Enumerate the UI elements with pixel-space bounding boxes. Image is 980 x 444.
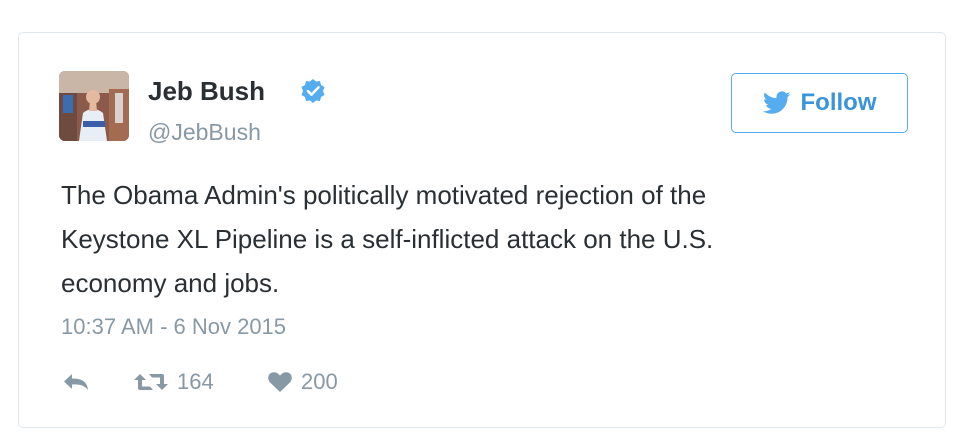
tweet-text-line: economy and jobs. bbox=[61, 268, 280, 298]
tweet-text-line: The Obama Admin's politically motivated … bbox=[61, 180, 707, 210]
reply-icon bbox=[64, 374, 88, 390]
tweet-text: The Obama Admin's politically motivated … bbox=[61, 173, 881, 305]
reply-button[interactable] bbox=[61, 371, 133, 393]
retweet-icon bbox=[134, 374, 168, 390]
tweet-timestamp[interactable]: 10:37 AM - 6 Nov 2015 bbox=[61, 313, 286, 341]
avatar-photo bbox=[59, 71, 129, 141]
retweet-button[interactable]: 164 bbox=[133, 369, 267, 395]
tweet-actions: 164 200 bbox=[61, 367, 338, 397]
author-handle[interactable]: @JebBush bbox=[148, 118, 261, 146]
heart-icon bbox=[268, 372, 292, 392]
twitter-bird-icon bbox=[762, 91, 791, 114]
retweet-count: 164 bbox=[177, 369, 214, 394]
author-name[interactable]: Jeb Bush bbox=[148, 76, 265, 106]
verified-badge-icon bbox=[301, 79, 325, 103]
tweet-card: Jeb Bush @JebBush Follow The Obama Admin… bbox=[18, 32, 946, 428]
follow-label: Follow bbox=[800, 89, 877, 116]
tweet-text-line: Keystone XL Pipeline is a self-inflicted… bbox=[61, 224, 714, 254]
like-button[interactable]: 200 bbox=[267, 369, 338, 395]
like-count: 200 bbox=[301, 369, 338, 394]
follow-button[interactable]: Follow bbox=[731, 73, 908, 133]
avatar[interactable] bbox=[59, 71, 129, 141]
